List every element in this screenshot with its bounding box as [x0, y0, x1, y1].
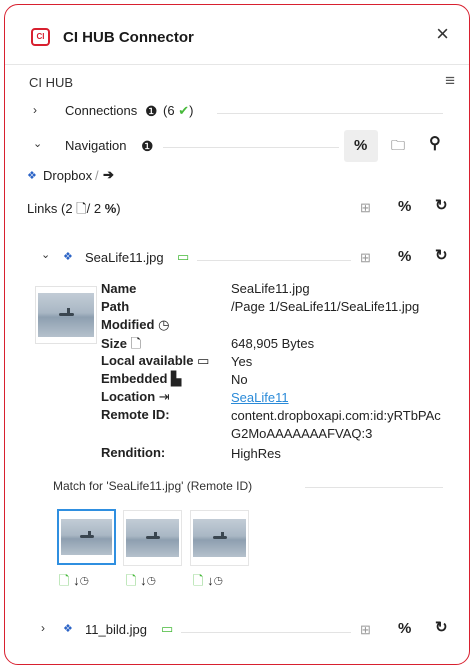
chevron-down-icon[interactable]: ⌄ [33, 137, 42, 150]
section-title: CI HUB [29, 75, 74, 90]
link-icon[interactable]: % [398, 199, 411, 215]
divider [217, 113, 443, 114]
clock-icon: ◷ [158, 317, 170, 332]
detail-label-local: Local available ▭ [101, 353, 210, 368]
search-icon[interactable]: ⚲ [429, 136, 441, 152]
chevron-down-icon[interactable]: ⌄ [41, 248, 50, 261]
match-status-3: 🗋 ↓◷ [193, 572, 223, 594]
chevron-right-icon[interactable]: › [33, 103, 37, 117]
breadcrumb-item-dropbox[interactable]: Dropbox [43, 168, 92, 183]
document-icon: 🗋 [59, 573, 70, 588]
info-icon: ❶ [141, 138, 154, 154]
close-icon[interactable]: × [436, 22, 449, 46]
divider [163, 147, 339, 148]
navigation-label: Navigation [65, 138, 127, 153]
match-thumbnail-3[interactable] [190, 510, 249, 566]
detail-label-name: Name [101, 281, 137, 296]
laptop-icon: ▭ [161, 621, 174, 636]
download-clock-icon: ↓◷ [207, 573, 223, 588]
add-box-icon[interactable]: ⊞ [360, 200, 371, 216]
detail-value-remote-id-cont: G2MoAAAAAAAFVAQ:3 [231, 426, 373, 441]
navigation-row[interactable]: ⌄ Navigation ❶ % 🗀 ⚲ [5, 129, 469, 163]
menu-icon[interactable]: ≡ [445, 72, 455, 89]
link-icon[interactable]: % [354, 138, 367, 154]
divider [181, 632, 351, 633]
refresh-icon[interactable]: ↻ [435, 198, 448, 214]
detail-value-rendition: HighRes [231, 446, 281, 461]
link-icon[interactable]: % [398, 621, 411, 637]
divider [305, 487, 443, 488]
match-status-1: 🗋 ↓◷ [59, 572, 89, 594]
dropbox-icon: ❖ [63, 251, 73, 263]
dropbox-icon: ❖ [63, 623, 73, 635]
links-row: Links (2 🗋/ 2 %) ⊞ % ↻ [5, 197, 469, 219]
laptop-icon: ▭ [177, 249, 190, 264]
laptop-icon: ▭ [197, 353, 210, 368]
add-box-icon[interactable]: ⊞ [360, 250, 371, 266]
title-bar: CI CI HUB Connector × [5, 5, 469, 65]
detail-value-size: 648,905 Bytes [231, 336, 315, 351]
ci-hub-panel: CI CI HUB Connector × CI HUB ≡ › Connect… [4, 4, 470, 665]
document-icon: 🗋 [76, 201, 87, 216]
breadcrumb: ❖ Dropbox / ➔ [5, 167, 469, 187]
detail-label-location: Location ⇥ [101, 389, 170, 404]
file-name: SeaLife11.jpg [85, 250, 164, 265]
download-clock-icon: ↓◷ [73, 573, 89, 588]
download-clock-icon: ↓◷ [140, 573, 156, 588]
info-icon: ❶ [145, 103, 158, 119]
document-icon: 🗋 [130, 336, 142, 351]
detail-value-path: /Page 1/SeaLife11/SeaLife11.jpg [231, 299, 420, 314]
embedded-icon: ▙ [171, 371, 182, 386]
detail-label-rendition: Rendition: [101, 445, 166, 460]
match-thumbnail-1[interactable] [57, 509, 116, 565]
detail-value-name: SeaLife11.jpg [231, 281, 310, 296]
links-label: Links (2 🗋/ 2 %) [27, 201, 121, 216]
match-thumbnail-2[interactable] [123, 510, 182, 566]
match-label: Match for 'SeaLife11.jpg' (Remote ID) [53, 479, 253, 493]
detail-label-path: Path [101, 299, 130, 314]
add-box-icon[interactable]: ⊞ [360, 622, 371, 638]
link-icon[interactable]: % [398, 249, 411, 265]
match-header: Match for 'SeaLife11.jpg' (Remote ID) [5, 477, 469, 497]
connections-count: (6 ✔) [163, 103, 194, 118]
connections-row[interactable]: › Connections ❶ (6 ✔) [5, 101, 469, 123]
ci-hub-logo-icon: CI [31, 28, 50, 46]
connections-label: Connections [65, 103, 138, 118]
location-icon: ⇥ [158, 389, 170, 404]
document-icon: 🗋 [126, 573, 137, 588]
check-icon: ✔ [178, 103, 190, 118]
arrow-right-icon[interactable]: ➔ [103, 167, 114, 183]
detail-value-location-link[interactable]: SeaLife11 [231, 390, 289, 405]
refresh-icon[interactable]: ↻ [435, 248, 448, 264]
match-status-2: 🗋 ↓◷ [126, 572, 156, 594]
detail-value-remote-id: content.dropboxapi.com:id:yRTbPAc [231, 408, 441, 423]
file-preview-thumbnail [35, 286, 97, 344]
dropbox-icon: ❖ [27, 170, 37, 182]
divider [197, 260, 351, 261]
refresh-icon[interactable]: ↻ [435, 620, 448, 636]
detail-value-embedded: No [231, 372, 248, 387]
detail-value-local: Yes [231, 354, 253, 369]
file-row[interactable]: ⌄ ❖ SeaLife11.jpg ▭ ⊞ % ↻ [5, 247, 469, 269]
detail-label-modified: Modified ◷ [101, 317, 170, 332]
detail-label-embedded: Embedded ▙ [101, 371, 182, 386]
folder-icon[interactable]: 🗀 [391, 137, 405, 153]
app-title: CI HUB Connector [63, 29, 194, 46]
document-icon: 🗋 [193, 573, 204, 588]
file-row-2[interactable]: › ❖ 11_bild.jpg ▭ ⊞ % ↻ [5, 619, 469, 641]
detail-label-remote-id: Remote ID: [101, 407, 170, 422]
breadcrumb-separator: / [95, 168, 99, 183]
file-name-2: 11_bild.jpg [85, 622, 147, 637]
chevron-right-icon[interactable]: › [41, 621, 45, 635]
link-icon: % [104, 201, 117, 216]
